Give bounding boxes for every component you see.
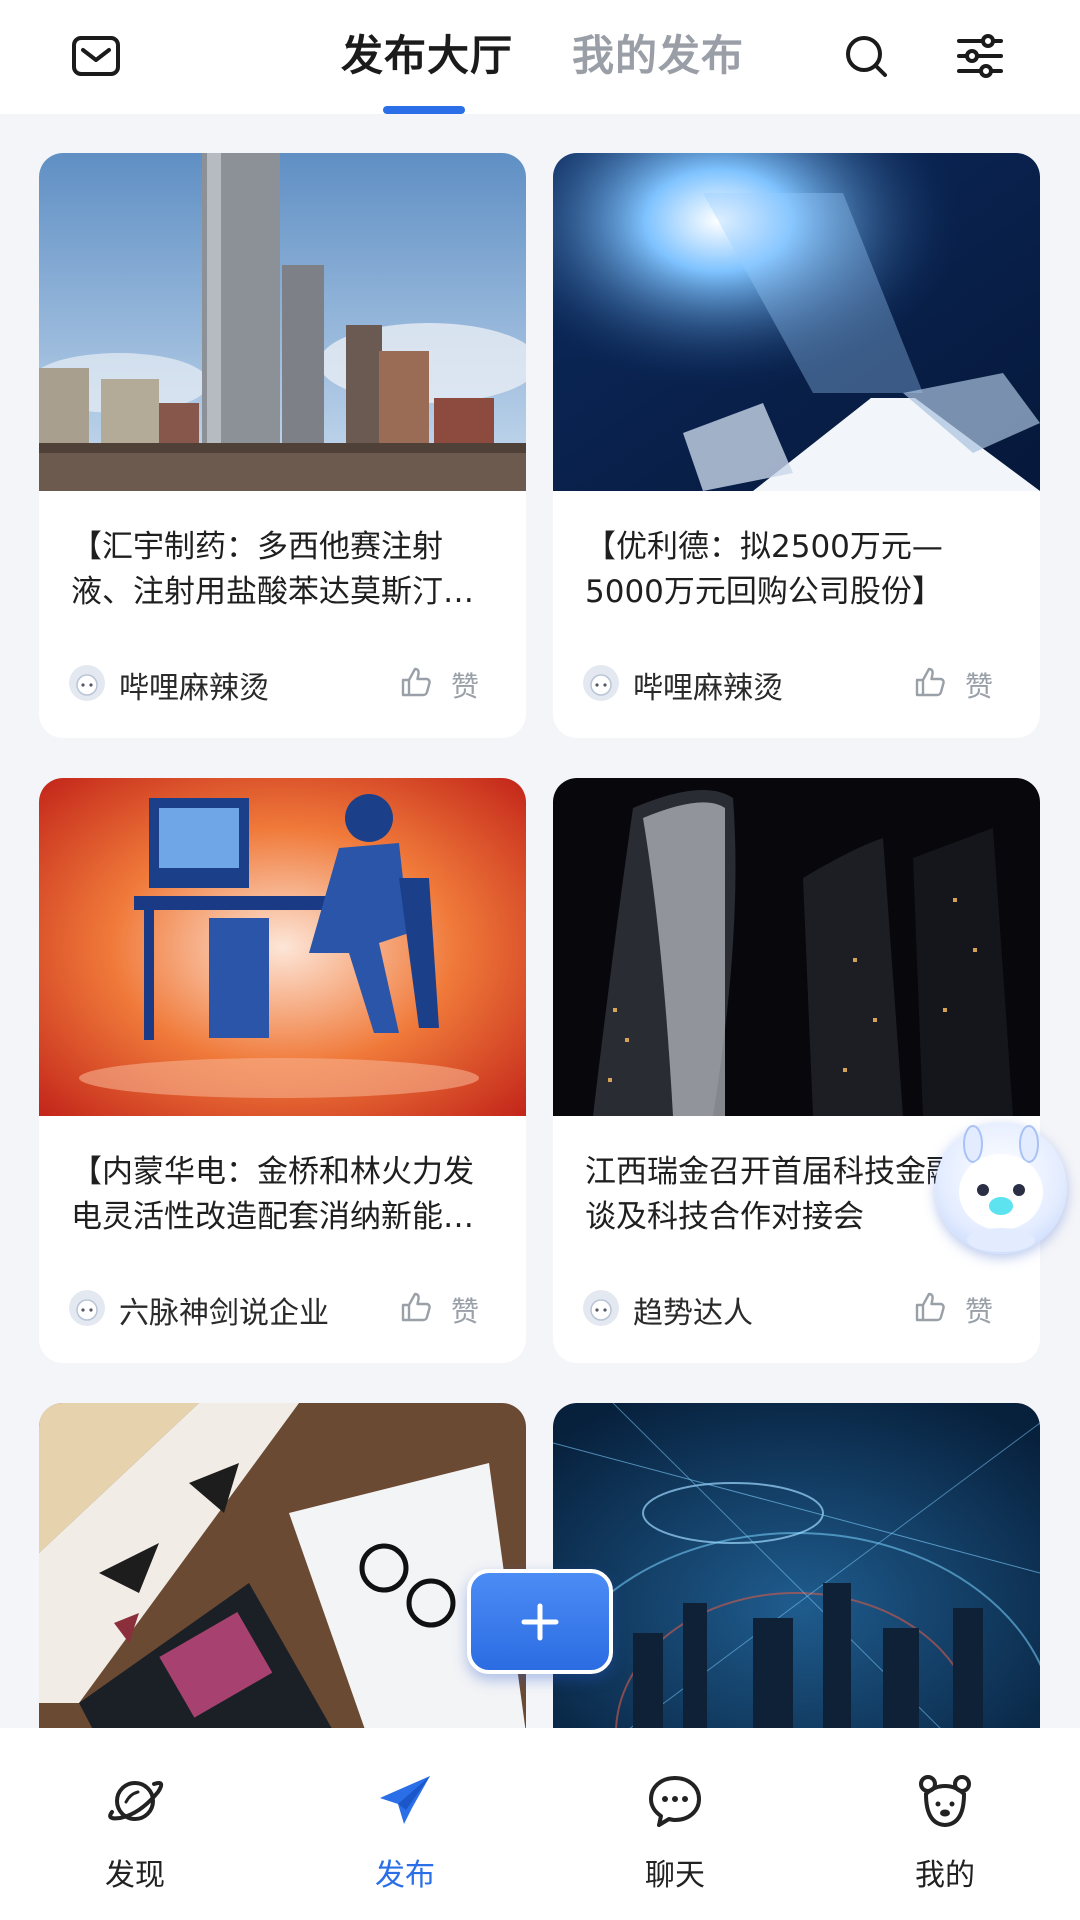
top-header: 发布大厅 我的发布 bbox=[0, 0, 1080, 114]
post-card[interactable]: 【优利德：拟2500万元—5000万元回购公司股份】 哔哩麻辣烫 赞 bbox=[553, 153, 1040, 738]
post-title: 【优利德：拟2500万元—5000万元回购公司股份】 bbox=[585, 529, 943, 610]
add-post-button[interactable] bbox=[467, 1569, 613, 1674]
like-label[interactable]: 赞 bbox=[451, 1290, 479, 1330]
robot-mascot-icon[interactable] bbox=[935, 1122, 1067, 1254]
like-label[interactable]: 赞 bbox=[451, 665, 479, 705]
post-card[interactable]: 【汇宇制药：多西他赛注射液、注射用盐酸苯达莫斯汀获批上市】 哔哩麻辣烫 赞 bbox=[39, 153, 526, 738]
avatar[interactable] bbox=[69, 665, 105, 701]
post-title: 【内蒙华电：金桥和林火力发电灵活性改造配套消纳新能源项目】 bbox=[71, 1154, 474, 1235]
nav-label: 聊天 bbox=[645, 1858, 705, 1893]
author-row: 哔哩麻辣烫 赞 bbox=[69, 661, 499, 707]
thumbs-up-icon[interactable] bbox=[399, 665, 433, 699]
author-name[interactable]: 哔哩麻辣烫 bbox=[633, 663, 783, 707]
tab-publish-hall[interactable]: 发布大厅 bbox=[341, 22, 513, 83]
nav-label: 我的 bbox=[915, 1858, 975, 1893]
author-name[interactable]: 哔哩麻辣烫 bbox=[119, 663, 269, 707]
avatar[interactable] bbox=[583, 1290, 619, 1326]
author-name[interactable]: 六脉神剑说企业 bbox=[119, 1288, 329, 1332]
paper-plane-icon bbox=[380, 1776, 430, 1824]
author-row: 趋势达人 赞 bbox=[583, 1286, 1013, 1332]
thumbs-up-icon[interactable] bbox=[399, 1290, 433, 1324]
post-image-network-globe-city bbox=[553, 1403, 1040, 1741]
post-image-digital-light-keyboard bbox=[553, 153, 1040, 491]
plus-icon bbox=[521, 1603, 559, 1640]
post-title: 【汇宇制药：多西他赛注射液、注射用盐酸苯达莫斯汀获批上市】 bbox=[71, 529, 474, 610]
active-tab-indicator bbox=[383, 106, 465, 114]
thumbs-up-icon[interactable] bbox=[913, 1290, 947, 1324]
nav-item-discover[interactable]: 发现 bbox=[0, 1728, 270, 1920]
author-row: 六脉神剑说企业 赞 bbox=[69, 1286, 499, 1332]
post-card[interactable]: 【内蒙华电：金桥和林火力发电灵活性改造配套消纳新能源项目】 六脉神剑说企业 赞 bbox=[39, 778, 526, 1363]
nav-label: 发现 bbox=[105, 1858, 165, 1893]
search-icon[interactable] bbox=[838, 28, 894, 84]
tab-my-posts[interactable]: 我的发布 bbox=[572, 22, 744, 83]
post-image-desk-laptop-glasses bbox=[39, 1403, 526, 1741]
avatar[interactable] bbox=[69, 1290, 105, 1326]
author-row: 哔哩麻辣烫 赞 bbox=[583, 661, 1013, 707]
like-label[interactable]: 赞 bbox=[965, 665, 993, 705]
post-image-night-towers bbox=[553, 778, 1040, 1116]
nav-item-publish[interactable]: 发布 bbox=[270, 1728, 540, 1920]
post-image-digital-person-computer bbox=[39, 778, 526, 1116]
filter-icon[interactable] bbox=[952, 28, 1008, 84]
nav-label: 发布 bbox=[375, 1858, 435, 1893]
avatar[interactable] bbox=[583, 665, 619, 701]
chat-bubble-icon bbox=[649, 1776, 701, 1827]
bear-face-icon bbox=[919, 1775, 971, 1828]
like-label[interactable]: 赞 bbox=[965, 1290, 993, 1330]
post-image-city-skyscrapers bbox=[39, 153, 526, 491]
mail-icon[interactable] bbox=[68, 28, 124, 84]
planet-icon bbox=[108, 1781, 164, 1821]
post-card[interactable]: 江西瑞金召开首届科技金融恳谈及科技合作对接会 趋势达人 赞 bbox=[553, 778, 1040, 1363]
nav-item-profile[interactable]: 我的 bbox=[810, 1728, 1080, 1920]
bottom-navigation: 发现 发布 聊天 我的 bbox=[0, 1728, 1080, 1920]
nav-item-chat[interactable]: 聊天 bbox=[540, 1728, 810, 1920]
thumbs-up-icon[interactable] bbox=[913, 665, 947, 699]
author-name[interactable]: 趋势达人 bbox=[633, 1288, 753, 1332]
